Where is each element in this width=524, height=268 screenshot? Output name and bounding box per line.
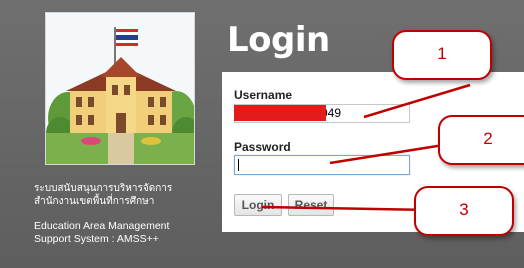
callout-3: 3 xyxy=(414,186,514,236)
redaction-mark xyxy=(234,105,326,121)
reset-button[interactable]: Reset xyxy=(288,194,334,216)
text-caret xyxy=(238,159,239,171)
login-button[interactable]: Login xyxy=(234,194,282,216)
username-label: Username xyxy=(234,88,293,102)
org-english-name: Education Area Management Support System… xyxy=(34,220,170,245)
password-field[interactable] xyxy=(234,155,410,175)
school-logo xyxy=(45,12,195,165)
callout-1: 1 xyxy=(392,30,492,80)
password-label: Password xyxy=(234,140,291,154)
org-thai-name: ระบบสนับสนุนการบริหารจัดการ สำนักงานเขตพ… xyxy=(34,183,173,207)
page-title: Login xyxy=(227,20,330,60)
callout-2: 2 xyxy=(438,115,524,165)
school-building-icon xyxy=(46,13,194,164)
